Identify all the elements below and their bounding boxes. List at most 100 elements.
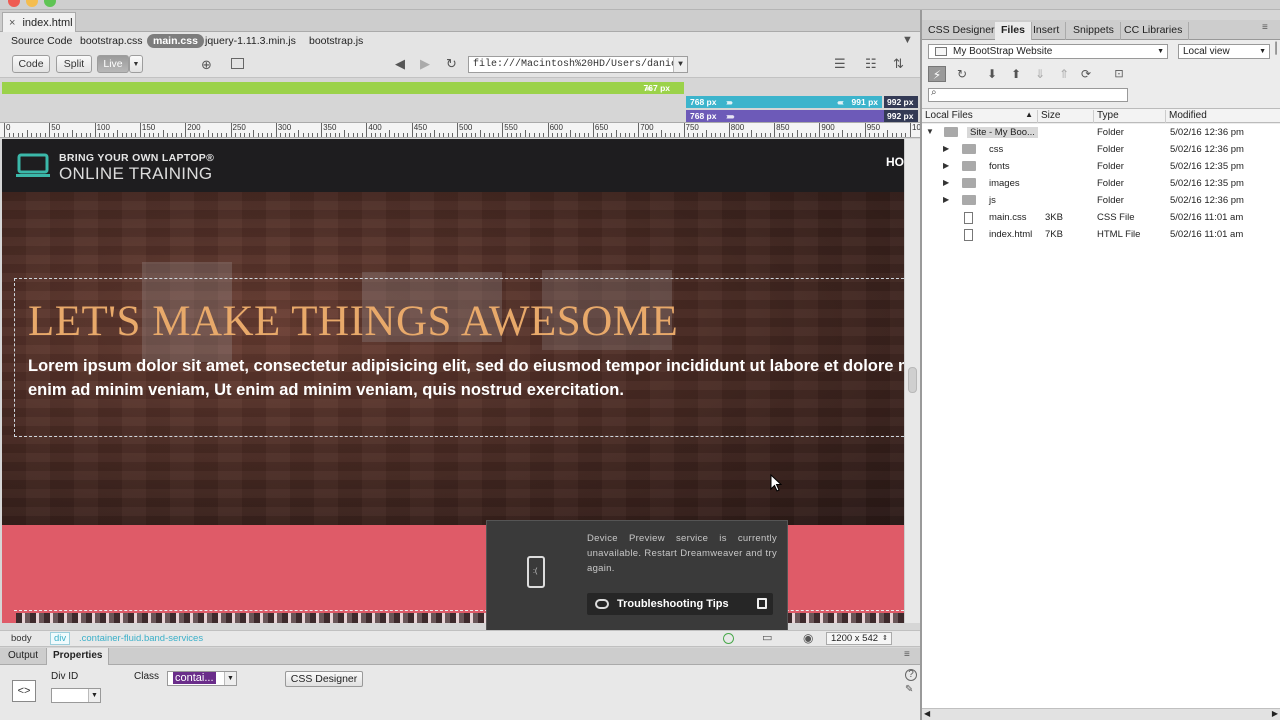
inspect-icon[interactable]: ⊕ [201,58,212,71]
tag-crumb-div[interactable]: div [50,632,71,645]
media-query-label: 767 px [643,83,670,93]
window-size-value: 1200 x 542 [831,633,879,644]
folder-icon [962,178,976,188]
collapsed-triangle-icon[interactable]: ▶ [943,195,949,204]
address-field[interactable]: file:///Macintosh%20HD/Users/danielscott… [468,56,688,73]
ruler-label: 800 [730,123,745,132]
class-select[interactable]: contai... ▼ [167,671,237,686]
quick-edit-icon[interactable]: ✎ [905,685,913,695]
code-view-button[interactable]: Code [12,55,50,73]
scrollbar-thumb[interactable] [908,367,917,393]
site-navbar: BRING YOUR OWN LAPTOP® ONLINE TRAINING H… [2,139,904,192]
collapsed-triangle-icon[interactable]: ▶ [943,161,949,170]
related-file-bootstrap-js[interactable]: bootstrap.js [309,35,363,47]
panel-menu-icon[interactable]: ≡ [904,650,910,660]
tab-properties[interactable]: Properties [46,648,110,665]
scroll-right-icon[interactable]: ▶ [1272,709,1278,718]
expand-panel-icon[interactable]: ▕ [1268,44,1276,55]
column-modified[interactable]: Modified [1166,110,1280,123]
put-files-icon[interactable]: ⬆ [1007,66,1025,82]
tab-snippets[interactable]: Snippets [1067,22,1121,40]
format-source-icon[interactable]: ☷ [865,57,877,70]
media-query-bar-768-991[interactable]: 768 px ›››››› ‹‹‹‹‹‹ 991 px [686,96,882,108]
ruler-tick [207,130,209,137]
media-query-bar-min-992[interactable]: 992 px [884,96,918,108]
filter-icon[interactable]: ▼ [902,35,913,46]
related-file-main-css[interactable]: main.css [147,34,204,48]
expand-icon[interactable]: ⊡ [1110,66,1128,82]
collapsed-triangle-icon[interactable]: ▶ [943,144,949,153]
ruler-tick [225,133,227,137]
div-id-select[interactable]: ▼ [51,688,101,703]
css-designer-button[interactable]: CSS Designer [285,671,363,687]
ruler-tick [678,133,680,137]
view-select[interactable]: Local view ▼ [1178,44,1270,59]
ruler-tick [203,133,205,137]
media-query-bar-min-992-b[interactable]: 992 px [884,110,918,122]
check-in-icon[interactable]: ⇑ [1055,66,1073,82]
back-arrow-icon[interactable]: ◀ [395,57,405,70]
tag-crumb-body[interactable]: body [11,633,32,644]
live-view-scrollbar[interactable] [904,139,920,623]
expanded-triangle-icon[interactable]: ▼ [926,127,934,136]
panel-menu-icon[interactable]: ≡ [1262,23,1268,33]
related-file-bootstrap-css[interactable]: bootstrap.css [80,35,142,47]
file-transfer-icon[interactable]: ⇅ [893,57,904,70]
minimize-window-button[interactable] [26,0,38,7]
ruler-tick [176,133,178,137]
get-files-icon[interactable]: ⬇ [983,66,1001,82]
related-file-source-code[interactable]: Source Code [11,35,72,47]
check-out-icon[interactable]: ⇓ [1031,66,1049,82]
device-preview-icon[interactable]: ▭ [762,633,772,644]
ruler-tick [506,133,508,137]
window-size-field[interactable]: 1200 x 542 ⇕ [826,632,892,645]
file-search-input[interactable]: ⌕ [928,87,1128,102]
ruler-tick [361,133,363,137]
display-options-icon[interactable]: ☰ [834,57,846,70]
nav-link-home[interactable]: HO [886,155,904,169]
tab-cc-libraries[interactable]: CC Libraries [1118,22,1190,40]
collapsed-triangle-icon[interactable]: ▶ [943,178,949,187]
tab-css-designer[interactable]: CSS Designer [922,22,1002,40]
tag-crumb-class[interactable]: .container-fluid.band-services [79,633,203,644]
list-item[interactable]: main.css 3KB CSS File 5/02/16 11:01 am [922,209,1280,226]
list-item[interactable]: index.html 7KB HTML File 5/02/16 11:01 a… [922,226,1280,243]
column-type[interactable]: Type [1094,110,1166,123]
files-horizontal-scrollbar[interactable]: ◀ ▶ [922,708,1280,720]
address-dropdown[interactable]: ▼ [673,57,687,72]
related-file-jquery[interactable]: jquery-1.11.3.min.js [205,35,296,47]
split-view-button[interactable]: Split [56,55,92,73]
tab-insert[interactable]: Insert [1027,22,1067,40]
ruler-label: 150 [141,123,156,132]
media-query-bar-max-767[interactable]: ‹‹‹‹‹‹ 767 px [2,82,684,94]
list-item[interactable]: ▶ images Folder 5/02/16 12:35 pm [922,175,1280,192]
ruler-tick [71,130,73,137]
tab-close-icon[interactable]: × [9,17,15,29]
refresh-icon[interactable]: ↻ [446,57,457,70]
help-icon[interactable]: ? [905,669,917,681]
live-view-dropdown[interactable]: ▼ [129,55,143,73]
list-item[interactable]: ▶ css Folder 5/02/16 12:36 pm [922,141,1280,158]
synchronize-icon[interactable]: ⟳ [1077,66,1095,82]
list-item[interactable]: ▼ Site - My Boo... Folder 5/02/16 12:36 … [922,124,1280,141]
forward-arrow-icon[interactable]: ▶ [420,57,430,70]
document-tab-label: index.html [22,16,73,29]
preview-in-browser-icon[interactable]: ◉ [803,632,813,644]
ruler-tick [348,133,350,137]
scroll-left-icon[interactable]: ◀ [924,709,930,718]
folder-icon [962,144,976,154]
close-window-button[interactable] [8,0,20,7]
troubleshooting-tips-button[interactable]: Troubleshooting Tips [587,593,773,615]
document-tab[interactable]: × index.html [2,12,76,32]
site-select[interactable]: My BootStrap Website ▼ [928,44,1168,59]
refresh-icon[interactable]: ↻ [953,66,971,82]
zoom-window-button[interactable] [44,0,56,7]
live-view-button[interactable]: Live [97,55,129,73]
connect-icon[interactable]: ⚡ [928,66,946,82]
column-local-files[interactable]: Local Files ▲ [922,110,1038,123]
tab-output[interactable]: Output [2,648,44,665]
column-size[interactable]: Size [1038,110,1094,123]
preview-window-icon[interactable] [231,58,244,69]
list-item[interactable]: ▶ fonts Folder 5/02/16 12:35 pm [922,158,1280,175]
list-item[interactable]: ▶ js Folder 5/02/16 12:36 pm [922,192,1280,209]
